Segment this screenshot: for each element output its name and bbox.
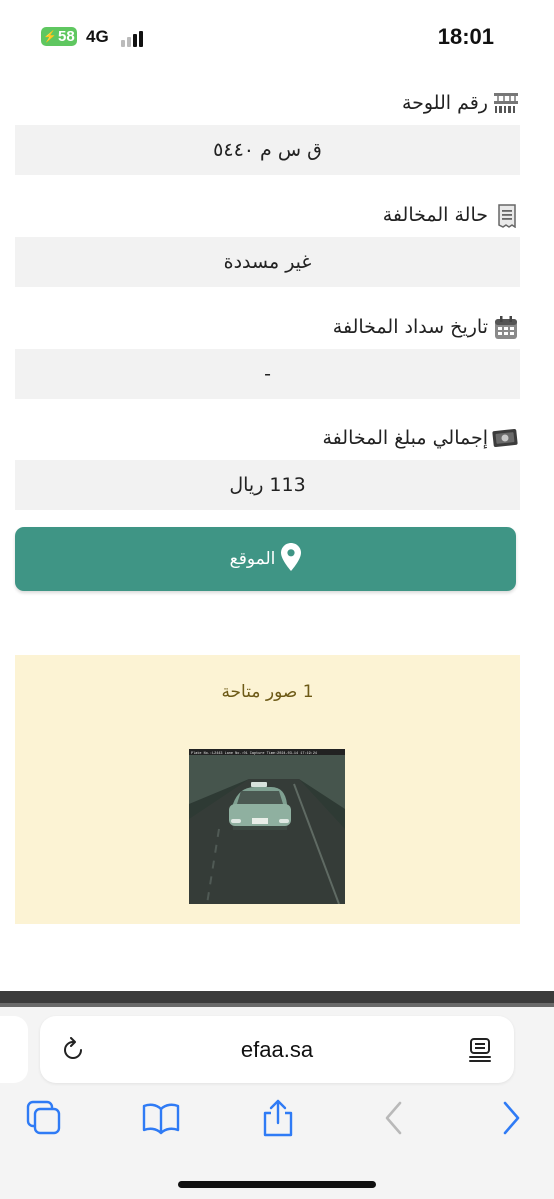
reload-icon[interactable] [60,1037,86,1063]
map-pin-icon [281,542,302,576]
charging-bolt-icon: ⚡ [43,31,57,43]
plate-number-label: رقم اللوحة [402,92,518,114]
payment-date-value: - [15,349,520,399]
total-amount-value: 113 ريال [15,460,520,510]
total-amount-label: إجمالي مبلغ المخالفة [322,427,518,449]
banknote-icon [492,427,518,449]
violation-status-label: حالة المخالفة [382,204,518,229]
signal-strength-icon [121,29,153,47]
home-indicator[interactable] [178,1181,376,1188]
location-button[interactable]: الموقع [15,527,516,591]
battery-level: 58 [58,28,75,45]
status-bar: ⚡ 58 4G 18:01 [0,0,554,76]
payment-date-label-text: تاريخ سداد المخالفة [332,316,488,338]
total-amount-label-text: إجمالي مبلغ المخالفة [322,427,488,449]
battery-indicator: ⚡ 58 [41,27,77,46]
toolbar-divider-light [0,1003,554,1007]
back-icon[interactable] [373,1098,413,1138]
barcode-icon [494,92,518,114]
available-images-title: 1 صور متاحة [221,682,314,702]
violation-status-label-text: حالة المخالفة [382,204,488,226]
share-icon[interactable] [258,1098,298,1138]
plate-number-label-text: رقم اللوحة [401,92,488,114]
location-button-label: الموقع [229,549,276,569]
previous-tab-preview[interactable] [0,1016,28,1083]
violation-photo[interactable]: Plate No.:L2443 Lane No.:01 Capture Time… [189,749,345,905]
toolbar-divider [0,991,554,1003]
violation-status-value: غير مسددة [15,237,520,287]
forward-icon[interactable] [492,1098,532,1138]
bookmarks-icon[interactable] [141,1098,181,1138]
payment-date-label: تاريخ سداد المخالفة [332,316,518,339]
clock: 18:01 [437,24,494,49]
url-text: efaa.sa [240,1037,314,1062]
available-images-panel: 1 صور متاحة Plate No.:L2443 Lane No.:01 … [15,655,520,924]
tabs-icon[interactable] [24,1098,64,1138]
address-bar[interactable]: efaa.sa [40,1016,514,1083]
network-type: 4G [86,27,109,46]
plate-number-value: ق س م ٥٤٤٠ [15,125,520,175]
calendar-icon [494,316,518,339]
reader-icon[interactable] [466,1036,494,1064]
receipt-icon [494,204,518,229]
photo-caption: Plate No.:L2443 Lane No.:01 Capture Time… [191,751,317,756]
